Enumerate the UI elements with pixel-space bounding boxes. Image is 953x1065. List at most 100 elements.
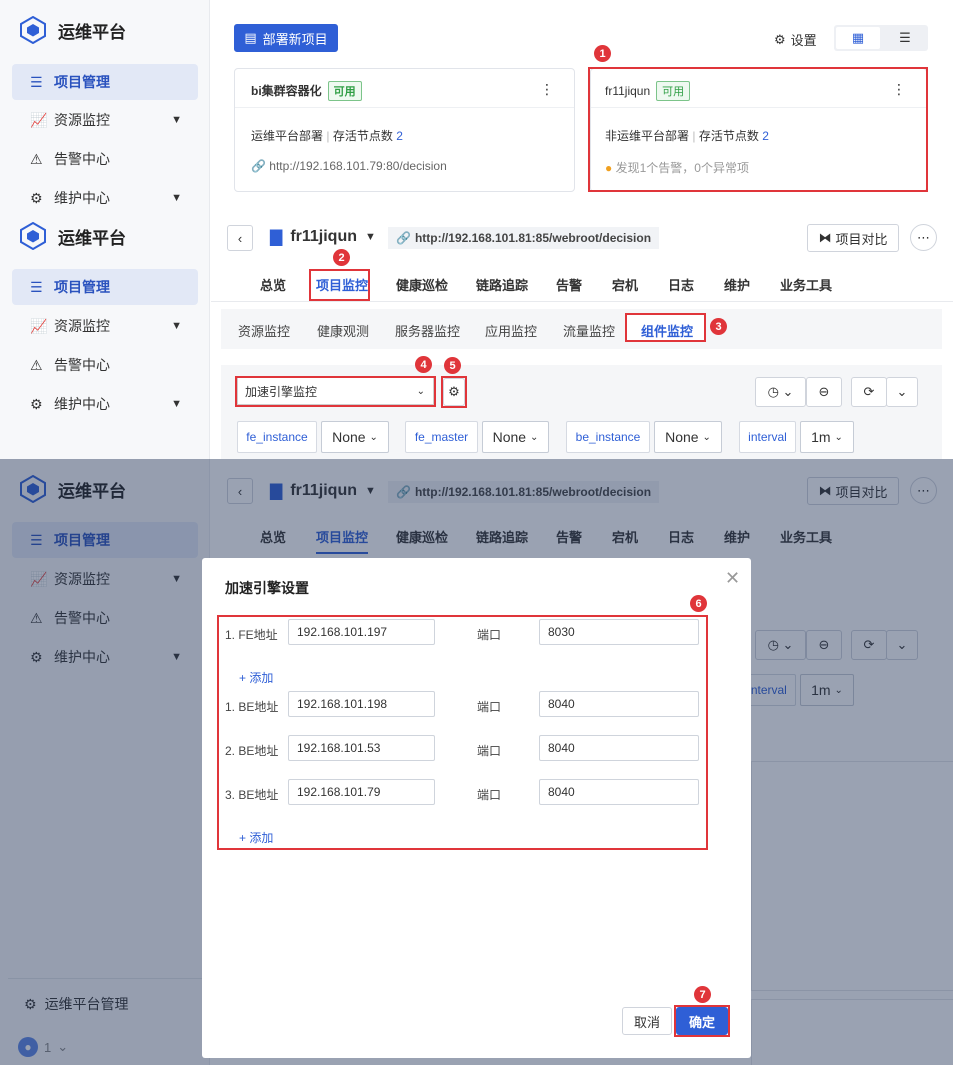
chevron-down-icon: ▼ (171, 320, 182, 332)
be-port-input[interactable]: 8040 (539, 779, 699, 805)
subtab-server[interactable]: 服务器监控 (395, 321, 460, 340)
nav-item-project[interactable]: ☰ 项目管理 (12, 269, 198, 305)
be-address-label: 2. BE地址 (225, 744, 279, 758)
tab-log[interactable]: 日志 (668, 275, 694, 294)
settings-button[interactable]: ⚙ 设置 (774, 30, 817, 49)
filter-label: fe_instance (237, 421, 317, 453)
step-marker: 2 (333, 249, 350, 266)
fe-address-input[interactable]: 192.168.101.197 (288, 619, 435, 645)
chevron-down-icon: ⌄ (702, 431, 711, 443)
tab-trace[interactable]: 链路追踪 (476, 275, 528, 294)
subtab-traffic[interactable]: 流量监控 (563, 321, 615, 340)
tab-overview[interactable]: 总览 (260, 275, 286, 294)
deploy-button[interactable]: ▤ 部署新项目 (234, 24, 338, 52)
subtab-app[interactable]: 应用监控 (485, 321, 537, 340)
view-toggle: ▦ ☰ (834, 25, 928, 51)
tab-maintain[interactable]: 维护 (724, 275, 750, 294)
more-icon[interactable]: ⋮ (540, 81, 554, 98)
status-badge: 可用 (327, 81, 362, 101)
nav-item-maintain[interactable]: ⚙ 维护中心 ▼ (12, 386, 198, 422)
more-icon: ⋯ (917, 229, 930, 245)
engine-settings-dialog: 加速引擎设置 ✕ 1. FE地址 192.168.101.197 端口 8030… (202, 558, 751, 1058)
alarm-icon: ⚠ (30, 357, 43, 373)
nav-item-maintain[interactable]: ⚙ 维护中心 ▼ (12, 180, 198, 207)
more-button[interactable]: ⋯ (910, 224, 937, 251)
list-icon: ☰ (30, 279, 43, 295)
nav-item-resource[interactable]: 📈 资源监控 ▼ (12, 102, 198, 138)
card-info: 非运维平台部署 | 存活节点数 2 (605, 129, 769, 143)
filter-select[interactable]: None ⌄ (321, 421, 389, 453)
panel-project-detail: 运维平台 ☰ 项目管理 📈 资源监控 ▼ ⚠ 告警中心 ⚙ 维护中心 ▼ ‹ ▇ fr11ji… (0, 207, 953, 459)
filter-select[interactable]: None ⌄ (654, 421, 722, 453)
add-fe-button[interactable]: + 添加 (239, 669, 273, 686)
warning-icon: ● (605, 161, 613, 175)
chevron-down-icon: ⌄ (834, 431, 843, 443)
panel-engine-settings: 运维平台 ☰ 项目管理 📈 资源监控 ▼ ⚠ 告警中心 ⚙ 维护中心 ▼ ⚙ 运维平台管理 ●… (0, 459, 953, 1065)
alarm-icon: ⚠ (30, 151, 43, 167)
time-range-button[interactable]: ◷ ⌄ (755, 377, 806, 407)
cancel-button[interactable]: 取消 (622, 1007, 672, 1035)
project-url[interactable]: 🔗 http://192.168.101.81:85/webroot/decisi… (388, 227, 660, 249)
zoom-out-button[interactable]: ⊖ (806, 377, 842, 407)
refresh-button[interactable]: ⟳ (851, 377, 887, 407)
be-port-label: 端口 (477, 700, 502, 714)
compare-icon: ⧓ (818, 230, 832, 245)
project-card-highlighted[interactable]: fr11jiqun 可用 ⋮ 非运维平台部署 | 存活节点数 2 ● 发现1个告警… (590, 68, 927, 192)
more-icon[interactable]: ⋮ (892, 81, 906, 98)
close-icon[interactable]: ✕ (725, 568, 740, 589)
back-button[interactable]: ‹ (227, 225, 253, 251)
chevron-down-icon: ⌄ (529, 431, 539, 443)
tab-alarm[interactable]: 告警 (556, 275, 582, 294)
tab-project-monitor[interactable]: 项目监控 (316, 275, 368, 294)
project-card[interactable]: bi集群容器化 可用 ⋮ 运维平台部署 | 存活节点数 2 🔗 http://19… (234, 68, 575, 192)
project-title[interactable]: ▇ fr11jiqun ▼ (270, 227, 376, 247)
app-logo: 运维平台 (20, 16, 126, 44)
be-port-label: 端口 (477, 788, 502, 802)
sidebar: 运维平台 ☰ 项目管理 📈 资源监控 ▼ ⚠ 告警中心 ⚙ 维护中心 ▼ (0, 207, 210, 459)
subtab-health[interactable]: 健康观测 (317, 321, 369, 340)
step-marker: 1 (594, 45, 611, 62)
grid-view-button[interactable]: ▦ (836, 27, 880, 49)
be-port-input[interactable]: 8040 (539, 735, 699, 761)
refresh-interval-button[interactable]: ⌄ (886, 377, 918, 407)
nav-item-alarm[interactable]: ⚠ 告警中心 (12, 347, 198, 383)
fe-port-label: 端口 (477, 628, 502, 642)
link-icon: 🔗 (396, 231, 411, 245)
card-url[interactable]: 🔗 http://192.168.101.79:80/decision (251, 159, 447, 173)
add-be-button[interactable]: + 添加 (239, 829, 273, 846)
monitor-select[interactable]: 加速引擎监控 ⌄ (237, 377, 434, 405)
tab-biz-tools[interactable]: 业务工具 (780, 275, 832, 294)
fe-address-label: 1. FE地址 (225, 628, 278, 642)
compare-button[interactable]: ⧓ 项目对比 (807, 224, 899, 252)
filter-select[interactable]: None ⌄ (482, 421, 549, 453)
nav-item-project[interactable]: ☰ 项目管理 (12, 64, 198, 100)
deploy-icon: ▤ (244, 30, 257, 45)
subtab-component[interactable]: 组件监控 (641, 321, 693, 340)
highlight-box-6 (217, 615, 708, 850)
engine-settings-button[interactable]: ⚙ (443, 378, 465, 406)
list-view-button[interactable]: ☰ (884, 27, 926, 49)
chart-icon: 📈 (30, 112, 48, 128)
filter-label: fe_master (405, 421, 478, 453)
be-address-input[interactable]: 192.168.101.79 (288, 779, 435, 805)
nav-item-resource[interactable]: 📈 资源监控 ▼ (12, 308, 198, 344)
subtab-resource[interactable]: 资源监控 (238, 321, 290, 340)
be-address-input[interactable]: 192.168.101.198 (288, 691, 435, 717)
filter-select[interactable]: 1m ⌄ (800, 421, 854, 453)
fe-port-input[interactable]: 8030 (539, 619, 699, 645)
tab-divider (211, 301, 953, 302)
confirm-button[interactable]: 确定 (676, 1007, 728, 1035)
list-icon: ☰ (30, 74, 43, 90)
tab-health-check[interactable]: 健康巡检 (396, 275, 448, 294)
status-badge: 可用 (656, 81, 691, 101)
be-port-input[interactable]: 8040 (539, 691, 699, 717)
card-info: 运维平台部署 | 存活节点数 2 (251, 129, 403, 143)
filter-label: be_instance (566, 421, 650, 453)
be-address-input[interactable]: 192.168.101.53 (288, 735, 435, 761)
nav-item-alarm[interactable]: ⚠ 告警中心 (12, 141, 198, 177)
card-header: fr11jiqun 可用 (605, 81, 691, 101)
step-marker: 6 (690, 595, 707, 612)
tab-down[interactable]: 宕机 (612, 275, 638, 294)
zoom-out-icon: ⊖ (818, 384, 830, 399)
be-address-label: 3. BE地址 (225, 788, 279, 802)
